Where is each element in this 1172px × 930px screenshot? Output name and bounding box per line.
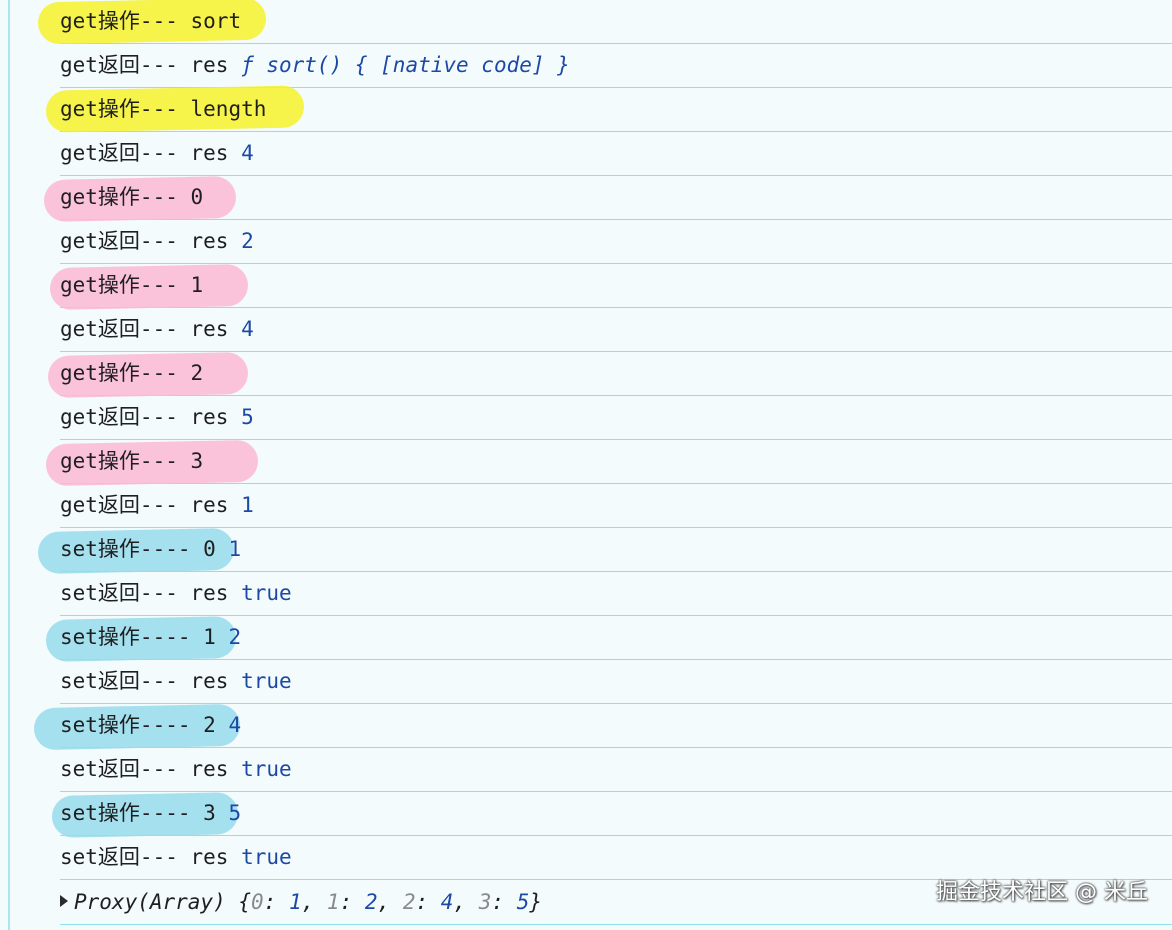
log-prefix: get返回--- res — [60, 229, 242, 253]
log-prefix: get操作--- — [60, 273, 191, 297]
proxy-close: } — [529, 890, 542, 914]
proxy-key: 3 — [478, 890, 492, 914]
log-prefix: set返回--- res — [60, 669, 242, 693]
log-value: 4 — [241, 141, 254, 165]
log-value: true — [241, 669, 292, 693]
log-row: get返回--- res 5 — [60, 396, 1172, 440]
log-prefix: get返回--- res — [60, 53, 242, 77]
proxy-key: 1 — [326, 890, 340, 914]
log-row: get操作--- 1 — [49, 263, 1172, 311]
log-value: 4 — [228, 713, 242, 737]
log-row: get返回--- res ƒ sort() { [native code] } — [60, 44, 1172, 88]
log-value: 5 — [241, 405, 254, 429]
log-row: set返回--- res true — [60, 660, 1172, 704]
log-prefix: get操作--- — [60, 97, 191, 121]
proxy-label: Proxy(Array) { — [74, 890, 252, 914]
log-prefix: set操作---- 3 — [60, 801, 229, 825]
log-prefix: get操作--- — [60, 9, 191, 33]
log-prefix: get返回--- res — [60, 141, 242, 165]
log-row: get返回--- res 2 — [60, 220, 1172, 264]
log-prefix: set返回--- res — [60, 845, 242, 869]
log-prefix: set操作---- 0 — [60, 537, 229, 561]
proxy-value: 2 — [364, 890, 378, 914]
log-prefix: set操作---- 1 — [60, 625, 229, 649]
log-value: 2 — [190, 361, 204, 385]
log-row: get返回--- res 1 — [60, 484, 1172, 528]
log-prefix: get操作--- — [60, 185, 191, 209]
log-row: get返回--- res 4 — [60, 308, 1172, 352]
log-value: 3 — [190, 449, 204, 473]
log-row: set操作---- 2 4 — [33, 703, 1172, 751]
log-row: get操作--- 3 — [45, 439, 1172, 487]
log-row: set返回--- res true — [60, 748, 1172, 792]
log-value: ƒ sort() { [native code] } — [241, 53, 570, 77]
log-value: true — [241, 845, 292, 869]
log-value: 5 — [228, 801, 242, 825]
proxy-value: 4 — [440, 890, 454, 914]
log-prefix: get返回--- res — [60, 493, 242, 517]
log-row: get操作--- sort — [37, 0, 1172, 45]
log-value: 2 — [228, 625, 242, 649]
log-row: get操作--- 2 — [47, 351, 1172, 399]
log-prefix: get返回--- res — [60, 405, 242, 429]
log-value: 1 — [228, 537, 242, 561]
log-value: sort — [190, 9, 242, 33]
expand-triangle-icon[interactable] — [60, 895, 68, 907]
console-log: get操作--- sort get返回--- res ƒ sort() { [n… — [0, 0, 1172, 925]
log-value: true — [241, 757, 292, 781]
log-row: set操作---- 1 2 — [45, 616, 1172, 662]
proxy-key: 0 — [251, 890, 264, 914]
log-row: set返回--- res true — [60, 572, 1172, 616]
log-value: 4 — [241, 317, 254, 341]
proxy-key: 2 — [402, 890, 416, 914]
log-value: 1 — [190, 273, 204, 297]
proxy-value: 1 — [288, 890, 302, 914]
log-row: set操作---- 3 5 — [51, 792, 1172, 838]
log-row: set操作---- 0 1 — [37, 527, 1172, 575]
log-value: true — [241, 581, 292, 605]
log-row: get操作--- 0 — [43, 175, 1172, 223]
log-value: 0 — [190, 185, 204, 209]
log-prefix: set返回--- res — [60, 581, 242, 605]
log-prefix: get操作--- — [60, 361, 191, 385]
proxy-value: 5 — [516, 890, 530, 914]
watermark: 掘金技术社区 @ 米丘 — [936, 880, 1148, 905]
log-prefix: set操作---- 2 — [60, 713, 229, 737]
log-prefix: get返回--- res — [60, 317, 242, 341]
log-row: get操作--- length — [45, 85, 1172, 133]
log-value: length — [190, 97, 267, 121]
log-prefix: set返回--- res — [60, 757, 242, 781]
log-prefix: get操作--- — [60, 449, 191, 473]
log-value: 1 — [241, 493, 254, 517]
log-row: get返回--- res 4 — [60, 132, 1172, 176]
log-value: 2 — [241, 229, 254, 253]
